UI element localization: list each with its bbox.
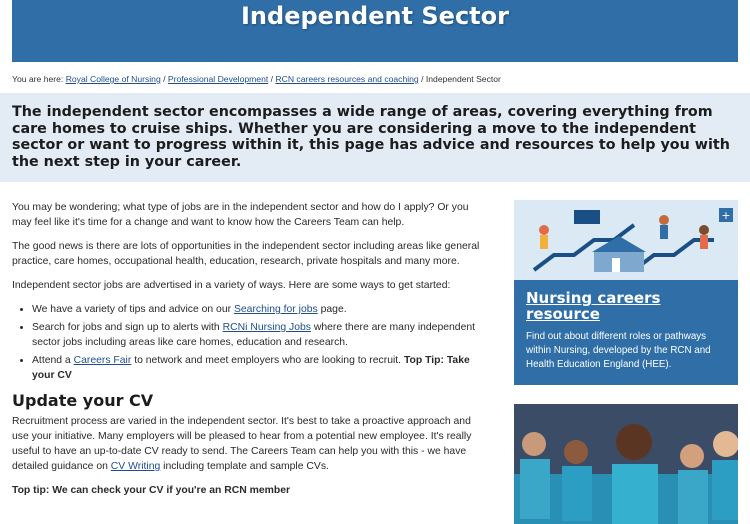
top-tip: Top tip: We can check your CV if you're … bbox=[12, 485, 291, 496]
svg-text:+: + bbox=[721, 209, 730, 222]
searching-for-jobs-link[interactable]: Searching for jobs bbox=[234, 304, 318, 315]
paragraph: You may be wondering; what type of jobs … bbox=[12, 202, 469, 228]
list-text: page. bbox=[317, 304, 347, 315]
nursing-careers-card[interactable]: + Nursing careers resource Find out abou… bbox=[514, 200, 738, 385]
list-item: Attend a Careers Fair to network and mee… bbox=[32, 353, 490, 383]
list-text: to network and meet employers who are lo… bbox=[131, 355, 404, 366]
intro-text: The independent sector encompasses a wid… bbox=[12, 104, 730, 170]
list-text: Attend a bbox=[32, 355, 74, 366]
careers-fair-link[interactable]: Careers Fair bbox=[74, 355, 132, 366]
list-text: We have a variety of tips and advice on … bbox=[32, 304, 234, 315]
list-item: Search for jobs and sign up to alerts wi… bbox=[32, 320, 490, 350]
breadcrumb-prefix: You are here: bbox=[12, 74, 64, 84]
nursing-students-photo-card[interactable] bbox=[514, 404, 738, 524]
paragraph: Independent sector jobs are advertised i… bbox=[12, 280, 451, 291]
rcni-nursing-jobs-link[interactable]: RCNi Nursing Jobs bbox=[223, 322, 311, 333]
getting-started-list: We have a variety of tips and advice on … bbox=[32, 302, 490, 383]
breadcrumb-link-careers-resources[interactable]: RCN careers resources and coaching bbox=[275, 74, 418, 84]
hero-banner: Independent Sector bbox=[12, 0, 738, 62]
paragraph: The good news is there are lots of oppor… bbox=[12, 241, 480, 267]
paragraph: Recruitment process are varied in the in… bbox=[12, 414, 490, 474]
breadcrumb-separator: / bbox=[270, 74, 274, 84]
section-heading: Update your CV bbox=[12, 391, 154, 410]
list-item: We have a variety of tips and advice on … bbox=[32, 302, 490, 317]
list-text: Search for jobs and sign up to alerts wi… bbox=[32, 322, 223, 333]
card-description: Find out about different roles or pathwa… bbox=[526, 331, 711, 370]
paragraph-text: including template and sample CVs. bbox=[160, 461, 329, 472]
breadcrumb-current: Independent Sector bbox=[425, 74, 501, 84]
breadcrumb-separator: / bbox=[163, 74, 166, 84]
breadcrumb-link-professional-development[interactable]: Professional Development bbox=[168, 74, 268, 84]
main-content: You may be wondering; what type of jobs … bbox=[12, 200, 490, 507]
nursing-careers-link[interactable]: Nursing careers resource bbox=[526, 290, 726, 322]
cv-writing-link[interactable]: CV Writing bbox=[111, 461, 160, 472]
careers-illustration-icon: + bbox=[514, 200, 738, 280]
nursing-students-photo-icon bbox=[514, 404, 738, 524]
breadcrumb-link-rcn[interactable]: Royal College of Nursing bbox=[66, 74, 161, 84]
breadcrumb: You are here: Royal College of Nursing /… bbox=[12, 74, 501, 84]
breadcrumb-separator: / bbox=[421, 74, 424, 84]
page-title: Independent Sector bbox=[241, 2, 509, 30]
